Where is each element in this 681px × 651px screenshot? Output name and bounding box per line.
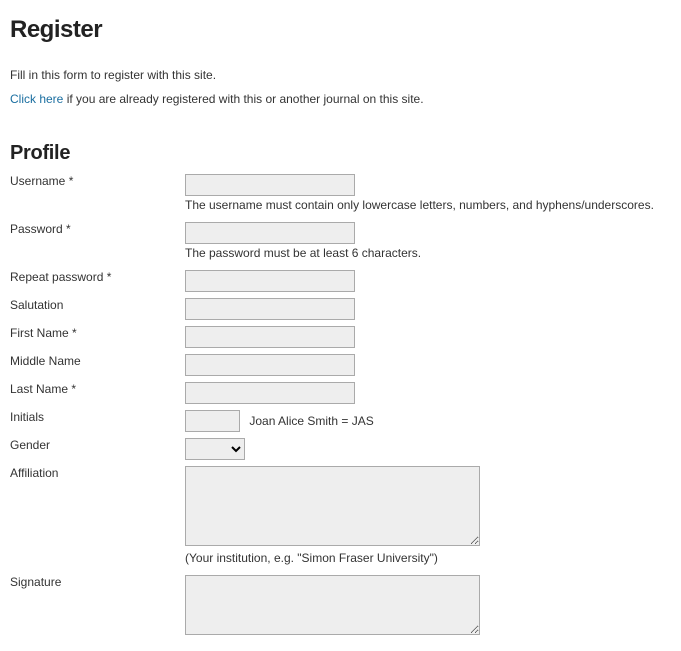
last-name-input[interactable] [185,382,355,404]
salutation-label: Salutation [10,295,185,323]
gender-label: Gender [10,435,185,463]
affiliation-textarea[interactable] [185,466,480,546]
signature-textarea[interactable] [185,575,480,635]
username-label: Username * [10,171,185,219]
signature-label: Signature [10,572,185,641]
salutation-input[interactable] [185,298,355,320]
page-title: Register [10,16,671,44]
profile-form: Username * The username must contain onl… [10,171,671,641]
first-name-input[interactable] [185,326,355,348]
intro-text: Fill in this form to register with this … [10,68,671,82]
middle-name-label: Middle Name [10,351,185,379]
initials-label: Initials [10,407,185,435]
username-input[interactable] [185,174,355,196]
first-name-label: First Name * [10,323,185,351]
repeat-password-input[interactable] [185,270,355,292]
initials-input[interactable] [185,410,240,432]
last-name-label: Last Name * [10,379,185,407]
password-input[interactable] [185,222,355,244]
initials-hint: Joan Alice Smith = JAS [249,414,373,428]
password-label: Password * [10,219,185,267]
login-link[interactable]: Click here [10,92,63,106]
affiliation-hint: (Your institution, e.g. "Simon Fraser Un… [185,551,671,565]
middle-name-input[interactable] [185,354,355,376]
username-hint: The username must contain only lowercase… [185,198,671,212]
affiliation-label: Affiliation [10,463,185,572]
profile-heading: Profile [10,142,671,165]
login-line: Click here if you are already registered… [10,92,671,106]
password-hint: The password must be at least 6 characte… [185,246,671,260]
gender-select[interactable] [185,438,245,460]
login-rest-text: if you are already registered with this … [63,92,423,106]
repeat-password-label: Repeat password * [10,267,185,295]
